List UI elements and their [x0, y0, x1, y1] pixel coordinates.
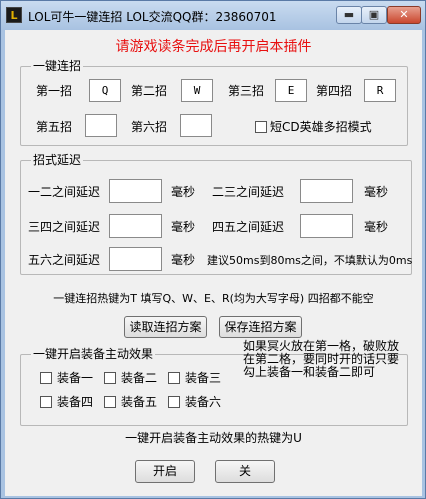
equip-6-label: 装备六 [185, 395, 222, 409]
close-button[interactable]: ✕ [387, 6, 421, 24]
equip-4-label: 装备四 [57, 395, 94, 409]
equip-3-label: 装备三 [185, 371, 222, 385]
equip-2-checkbox[interactable] [104, 372, 116, 384]
equip-5-label: 装备五 [121, 395, 158, 409]
move-3-label: 第三招 [228, 84, 265, 98]
delay-3-4-unit: 毫秒 [171, 220, 196, 234]
combo-group-title: 一键连招 [31, 59, 84, 73]
client-area: 请游戏读条完成后再开启本插件 一键连招 第一招 Q 第二招 W 第三招 E 第四… [5, 30, 422, 496]
delay-group-title: 招式延迟 [31, 153, 84, 167]
move-6-key-input[interactable] [180, 114, 212, 137]
delay-2-3-unit: 毫秒 [364, 185, 389, 199]
equip-hotkey-info: 一键开启装备主动效果的热键为U [125, 431, 302, 445]
app-logo-icon: L [6, 7, 22, 23]
move-2-key-input[interactable]: W [181, 79, 213, 102]
move-5-label: 第五招 [36, 120, 73, 134]
move-6-label: 第六招 [131, 120, 168, 134]
app-window: L LOL可牛一键连招 LOL交流QQ群：23860701 ▬ ▣ ✕ 请游戏读… [0, 0, 426, 499]
delay-2-3-label: 二三之间延迟 [212, 185, 285, 199]
equip-5-checkbox[interactable] [104, 396, 116, 408]
equip-2-label: 装备二 [121, 371, 158, 385]
delay-4-5-label: 四五之间延迟 [212, 220, 285, 234]
short-cd-label: 短CD英雄多招模式 [270, 120, 372, 134]
equip-4-checkbox[interactable] [40, 396, 52, 408]
equip-6-checkbox[interactable] [168, 396, 180, 408]
delay-3-4-label: 三四之间延迟 [28, 220, 101, 234]
warning-text: 请游戏读条完成后再开启本插件 [115, 39, 312, 55]
move-5-key-input[interactable] [85, 114, 117, 137]
delay-4-5-input[interactable] [300, 214, 353, 238]
short-cd-checkbox[interactable] [255, 121, 267, 133]
delay-5-6-input[interactable] [109, 247, 162, 271]
title-bar[interactable]: L LOL可牛一键连招 LOL交流QQ群：23860701 ▬ ▣ ✕ [1, 1, 425, 30]
read-combo-button[interactable]: 读取连招方案 [124, 316, 207, 338]
delay-1-2-unit: 毫秒 [171, 185, 196, 199]
equip-1-label: 装备一 [57, 371, 94, 385]
equip-3-checkbox[interactable] [168, 372, 180, 384]
delay-5-6-unit: 毫秒 [171, 253, 196, 267]
move-3-key-input[interactable]: E [275, 79, 307, 102]
move-2-label: 第二招 [131, 84, 168, 98]
delay-4-5-unit: 毫秒 [364, 220, 389, 234]
equip-1-checkbox[interactable] [40, 372, 52, 384]
combo-hotkey-info: 一键连招热键为T 填写Q、W、E、R(均为大写字母) 四招都不能空 [53, 292, 374, 305]
minimize-button[interactable]: ▬ [336, 6, 362, 24]
start-button[interactable]: 开启 [135, 460, 195, 483]
move-4-label: 第四招 [316, 84, 353, 98]
maximize-button[interactable]: ▣ [361, 6, 387, 24]
stop-button[interactable]: 关 [215, 460, 275, 483]
save-combo-button[interactable]: 保存连招方案 [219, 316, 302, 338]
window-title: LOL可牛一键连招 LOL交流QQ群：23860701 [28, 10, 277, 24]
move-1-key-input[interactable]: Q [89, 79, 121, 102]
equip-note: 如果冥火放在第一格，破败放在第二格，要同时开的话只要勾上装备一和装备二即可 [243, 339, 400, 379]
move-4-key-input[interactable]: R [364, 79, 396, 102]
delay-1-2-input[interactable] [109, 179, 162, 203]
move-1-label: 第一招 [36, 84, 73, 98]
equip-group-title: 一键开启装备主动效果 [31, 347, 156, 361]
delay-hint: 建议50ms到80ms之间，不填默认为0ms [207, 254, 413, 267]
delay-2-3-input[interactable] [300, 179, 353, 203]
delay-5-6-label: 五六之间延迟 [28, 253, 101, 267]
delay-1-2-label: 一二之间延迟 [28, 185, 101, 199]
delay-3-4-input[interactable] [109, 214, 162, 238]
